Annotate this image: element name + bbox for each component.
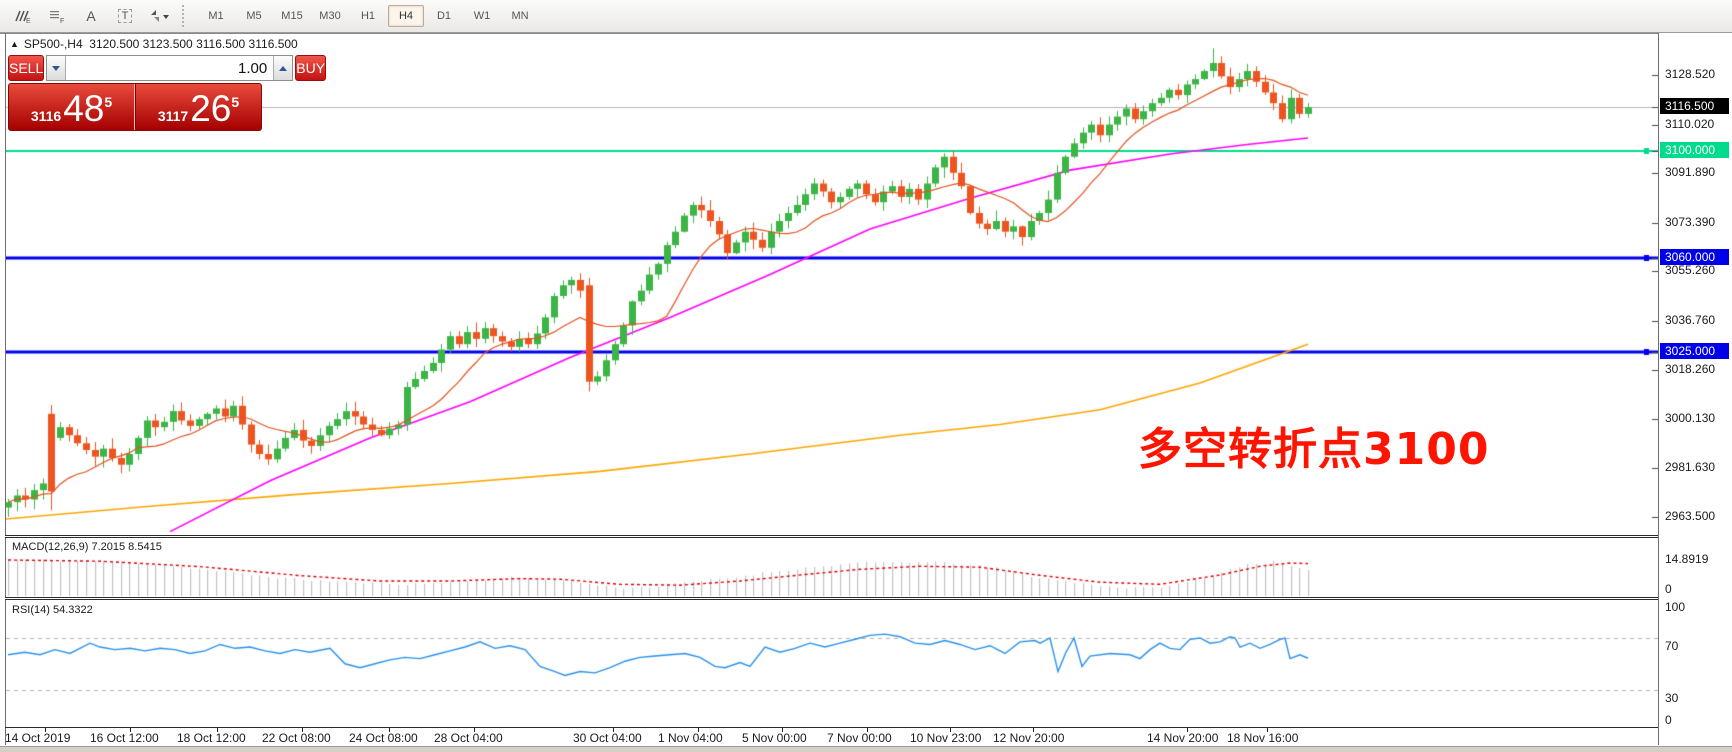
timeframe-group: M1M5M15M30H1H4D1W1MN <box>197 5 539 27</box>
price-axis-label: 3073.390 <box>1665 214 1715 230</box>
chart-annotation-text: 多空转折点3100 <box>1138 413 1489 477</box>
price-axis-label: 2981.630 <box>1665 459 1715 475</box>
svg-text:E: E <box>26 18 31 24</box>
timeframe-M30[interactable]: M30 <box>312 5 348 27</box>
macd-indicator-label: MACD(12,26,9) 7.2015 8.5415 <box>12 541 162 553</box>
price-axis[interactable]: 3128.520 3116.500 3110.020 3100.000 3091.890… <box>1659 33 1732 745</box>
symbol-header: ▲ SP500-,H4 3120.500 3123.500 3116.500 31… <box>10 37 298 51</box>
macd-canvas[interactable] <box>6 538 1658 597</box>
arrows-icon <box>148 8 170 24</box>
price-axis-badge: 3116.500 <box>1660 98 1729 114</box>
price-axis-label: 3000.130 <box>1665 410 1715 426</box>
price-axis-label: 3036.760 <box>1665 312 1715 328</box>
trade-panel-controls: SELL BUY <box>8 55 262 81</box>
indicator-charts-icon[interactable]: E <box>8 3 38 29</box>
timeframe-H1[interactable]: H1 <box>350 5 386 27</box>
price-axis-label: 3110.020 <box>1665 116 1714 132</box>
rsi-axis-label: 0 <box>1665 712 1672 728</box>
volume-input[interactable] <box>66 56 273 80</box>
symbol-ohlc: 3120.500 3123.500 3116.500 3116.500 <box>89 37 297 51</box>
time-axis-label: 28 Oct 04:00 <box>434 731 503 745</box>
trade-panel-prices: 3116 48 5 3117 26 5 <box>8 83 262 131</box>
chart-window: ▲ SP500-,H4 3120.500 3123.500 3116.500 31… <box>0 33 1732 752</box>
price-axis-label: 3018.260 <box>1665 361 1715 377</box>
rsi-axis-label: 30 <box>1665 690 1678 706</box>
window-bottom-strip <box>0 746 1732 752</box>
price-axis-label: 3091.890 <box>1665 164 1715 180</box>
time-axis[interactable]: 14 Oct 2019 16 Oct 12:00 18 Oct 12:00 22 Oc… <box>6 728 1658 746</box>
buy-price-small: 3117 <box>158 106 188 126</box>
charts-icon: E <box>14 8 32 24</box>
shapes-arrows-button[interactable] <box>144 3 174 29</box>
grid-icon: F <box>48 8 66 24</box>
text-box-button[interactable]: T <box>110 3 140 29</box>
timeframe-D1[interactable]: D1 <box>426 5 462 27</box>
time-axis-label: 7 Nov 00:00 <box>827 731 892 745</box>
macd-axis-label: 14.8919 <box>1665 551 1708 567</box>
price-axis-label: 2963.500 <box>1665 508 1715 524</box>
toolbar-separator <box>182 5 191 27</box>
chevron-down-icon <box>52 66 60 71</box>
time-axis-label: 18 Oct 12:00 <box>177 731 246 745</box>
rsi-indicator-label: RSI(14) 54.3322 <box>12 604 93 616</box>
toolbar: E F A T M1M5M15M30H1H4D1W1MN <box>0 0 1732 33</box>
time-axis-label: 22 Oct 08:00 <box>262 731 331 745</box>
volume-increase-button[interactable] <box>273 56 292 80</box>
volume-decrease-button[interactable] <box>47 56 66 80</box>
time-axis-label: 24 Oct 08:00 <box>349 731 418 745</box>
time-axis-label: 16 Oct 12:00 <box>90 731 159 745</box>
trading-platform-window: E F A T M1M5M15M30H1H4D1W1MN <box>0 0 1732 752</box>
timeframe-M15[interactable]: M15 <box>274 5 310 27</box>
grid-template-icon[interactable]: F <box>42 3 72 29</box>
sell-price-small: 3116 <box>31 106 61 126</box>
letter-a-icon: A <box>86 8 95 24</box>
timeframe-M1[interactable]: M1 <box>198 5 234 27</box>
collapse-arrow-icon[interactable]: ▲ <box>10 39 19 49</box>
time-axis-label: 10 Nov 23:00 <box>910 731 981 745</box>
rsi-canvas[interactable] <box>6 600 1658 727</box>
sell-price-sup: 5 <box>104 94 112 110</box>
timeframe-M5[interactable]: M5 <box>236 5 272 27</box>
sell-button[interactable]: SELL <box>8 55 44 81</box>
price-axis-badge: 3025.000 <box>1660 343 1729 359</box>
sell-price-big: 48 <box>63 92 104 126</box>
rsi-axis-label: 70 <box>1665 638 1678 654</box>
one-click-trading-panel: SELL BUY 3116 48 5 3117 26 5 <box>8 55 262 131</box>
timeframe-MN[interactable]: MN <box>502 5 538 27</box>
price-axis-badge: 3100.000 <box>1660 142 1729 158</box>
text-annotation-button[interactable]: A <box>76 3 106 29</box>
price-axis-label: 3128.520 <box>1665 66 1715 82</box>
time-axis-label: 30 Oct 04:00 <box>573 731 642 745</box>
buy-price-sup: 5 <box>231 94 239 110</box>
svg-text:F: F <box>60 18 64 24</box>
time-axis-label: 18 Nov 16:00 <box>1227 731 1298 745</box>
buy-price-big: 26 <box>190 92 231 126</box>
timeframe-W1[interactable]: W1 <box>464 5 500 27</box>
time-axis-label: 1 Nov 04:00 <box>658 731 723 745</box>
symbol-name: SP500-,H4 <box>24 37 83 51</box>
buy-button[interactable]: BUY <box>295 55 326 81</box>
time-axis-label: 5 Nov 00:00 <box>742 731 807 745</box>
macd-axis-label: 0 <box>1665 581 1672 597</box>
volume-spinner <box>46 55 293 81</box>
price-axis-label: 3055.260 <box>1665 262 1715 278</box>
time-axis-label: 14 Nov 20:00 <box>1147 731 1218 745</box>
timeframe-H4[interactable]: H4 <box>388 5 424 27</box>
boxed-t-icon: T <box>118 9 133 23</box>
buy-price[interactable]: 3117 26 5 <box>135 84 261 130</box>
time-axis-label: 14 Oct 2019 <box>5 731 70 745</box>
rsi-axis-label: 100 <box>1665 599 1685 615</box>
chevron-up-icon <box>279 66 287 71</box>
sell-price[interactable]: 3116 48 5 <box>9 84 135 130</box>
time-axis-label: 12 Nov 20:00 <box>993 731 1064 745</box>
